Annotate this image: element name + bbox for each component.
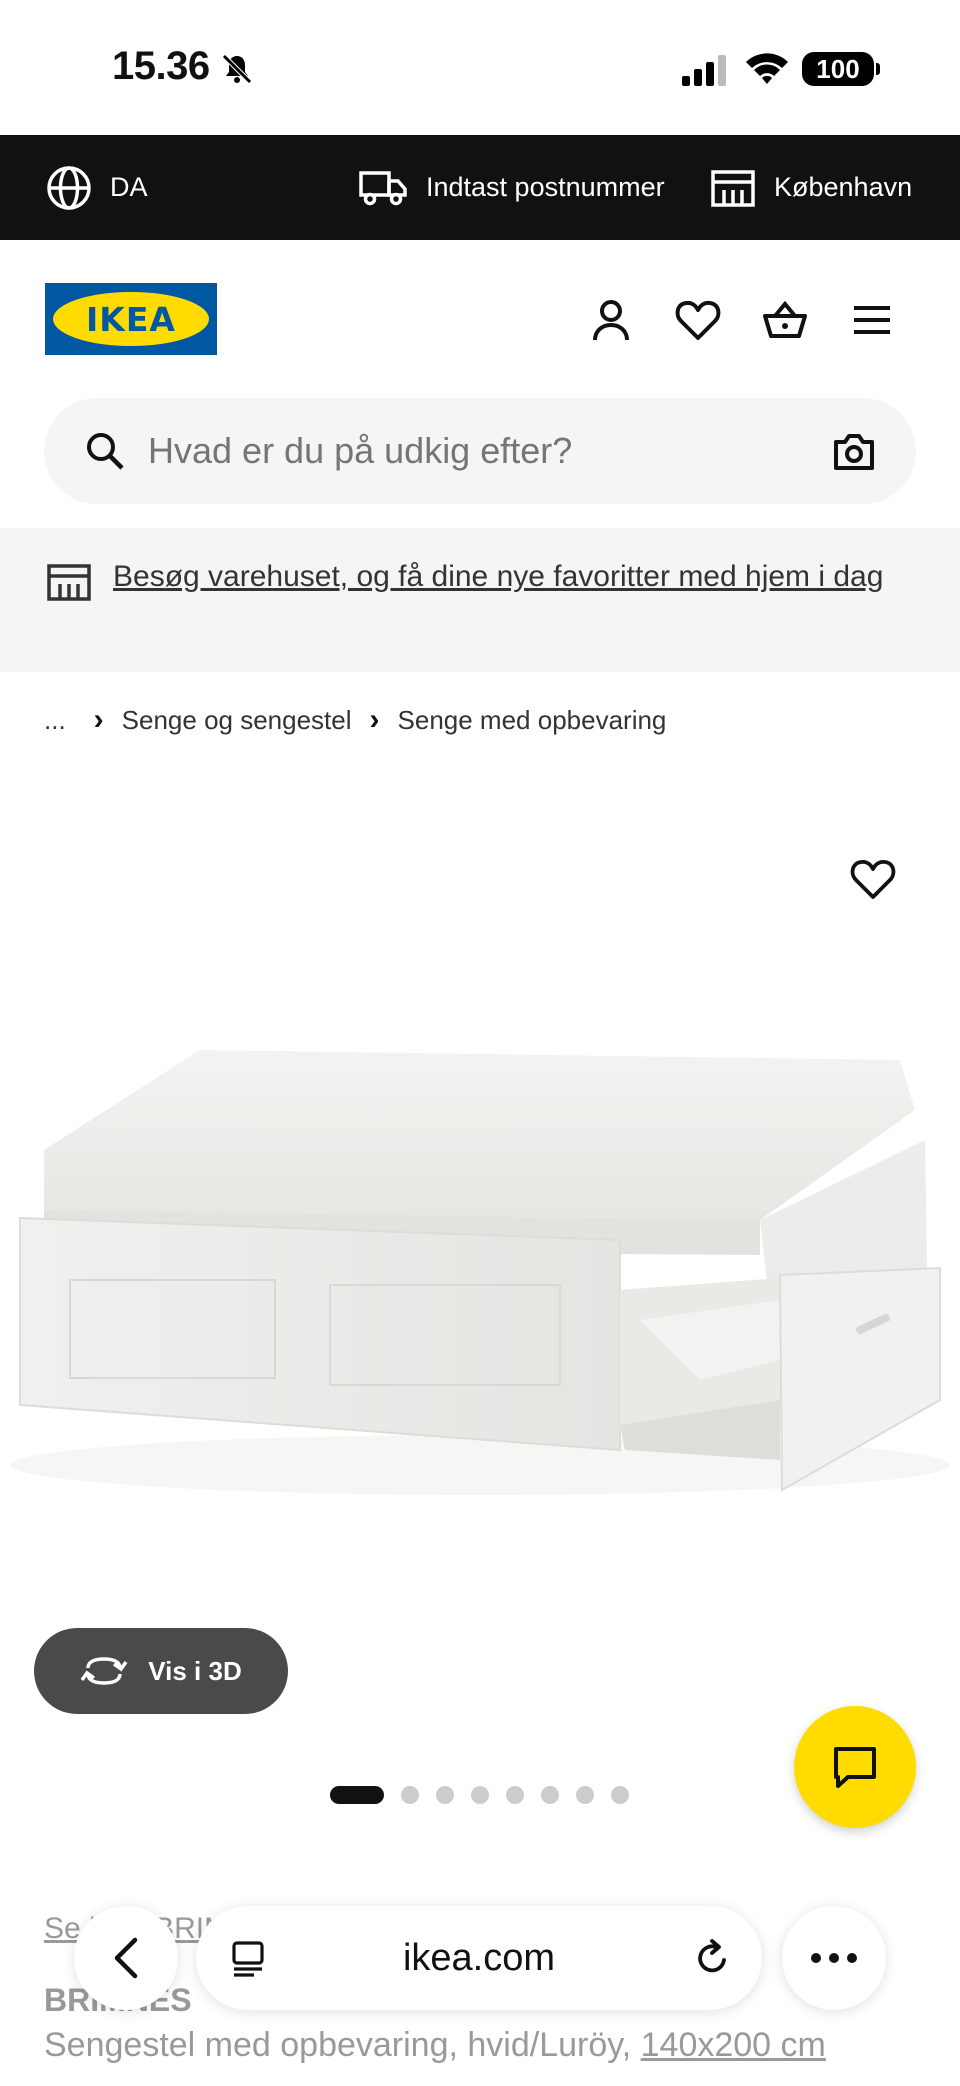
postcode-button[interactable]: Indtast postnummer [358,135,665,240]
carousel-dot[interactable] [436,1786,454,1804]
browser-address-bar[interactable]: ikea.com [196,1906,762,2010]
status-time: 15.36 [112,44,210,88]
product-description: Sengestel med opbevaring, hvid/Luröy, 14… [44,2026,826,2065]
store-button[interactable]: København [710,135,912,240]
search-bar [44,398,916,504]
browser-more-button[interactable] [782,1906,886,2010]
view-3d-label: Vis i 3D [148,1655,242,1686]
browser-back-button[interactable] [74,1906,178,2010]
product-image[interactable] [0,760,960,1640]
chevron-right-icon: › [369,703,380,736]
language-selector[interactable]: DA [46,135,148,240]
store-icon [711,169,755,207]
view-3d-button[interactable]: Vis i 3D [34,1628,288,1714]
store-label: København [774,172,913,202]
breadcrumb-item-beds[interactable]: Senge og sengestel [122,705,352,736]
add-to-favourites-icon[interactable] [850,858,896,900]
carousel-dot[interactable] [541,1786,559,1804]
account-icon[interactable] [587,296,635,344]
image-carousel-dots [330,1786,646,1804]
store-visit-banner: Besøg varehuset, og få dine nye favoritt… [0,528,960,672]
carousel-dot[interactable] [506,1786,524,1804]
rotate-3d-icon [80,1657,128,1685]
top-bar: DA Indtast postnummer København [0,135,960,240]
browser-url: ikea.com [402,1937,556,1979]
battery-indicator: 100 [802,52,880,86]
site-header: IKEA [0,240,960,390]
signal-icon [682,55,726,86]
breadcrumb: ... › Senge og sengestel › Senge med opb… [44,700,666,740]
chevron-left-icon [114,1937,138,1979]
ikea-logo[interactable]: IKEA [45,283,217,355]
globe-icon [47,165,91,210]
store-icon [47,564,91,601]
bell-muted-icon [222,54,252,84]
carousel-dot[interactable] [611,1786,629,1804]
truck-icon [359,170,407,205]
store-visit-link[interactable]: Besøg varehuset, og få dine nye favoritt… [113,554,913,600]
chevron-right-icon: › [93,703,104,736]
product-description-text: Sengestel med opbevaring, hvid/Luröy, [44,2026,641,2064]
carousel-dot[interactable] [576,1786,594,1804]
language-label: DA [110,172,148,202]
basket-icon[interactable] [761,296,809,344]
logo-text: IKEA [53,292,209,346]
camera-icon[interactable] [832,430,876,472]
heart-icon[interactable] [674,296,722,344]
search-input[interactable] [148,398,748,504]
carousel-dot-active[interactable] [330,1786,384,1804]
status-bar: 15.36 100 [0,0,960,135]
reload-icon[interactable] [692,1938,732,1978]
breadcrumb-ellipsis[interactable]: ... [44,705,66,736]
more-dots-icon [811,1953,857,1963]
wifi-icon [746,53,788,84]
breadcrumb-item-storage-beds[interactable]: Senge med opbevaring [398,705,667,736]
carousel-dot[interactable] [471,1786,489,1804]
search-icon[interactable] [84,430,126,472]
product-size-link[interactable]: 140x200 cm [641,2026,826,2064]
menu-icon[interactable] [848,296,896,344]
chat-button[interactable] [794,1706,916,1828]
carousel-dot[interactable] [401,1786,419,1804]
chat-icon [834,1747,876,1788]
postcode-label: Indtast postnummer [426,172,665,202]
